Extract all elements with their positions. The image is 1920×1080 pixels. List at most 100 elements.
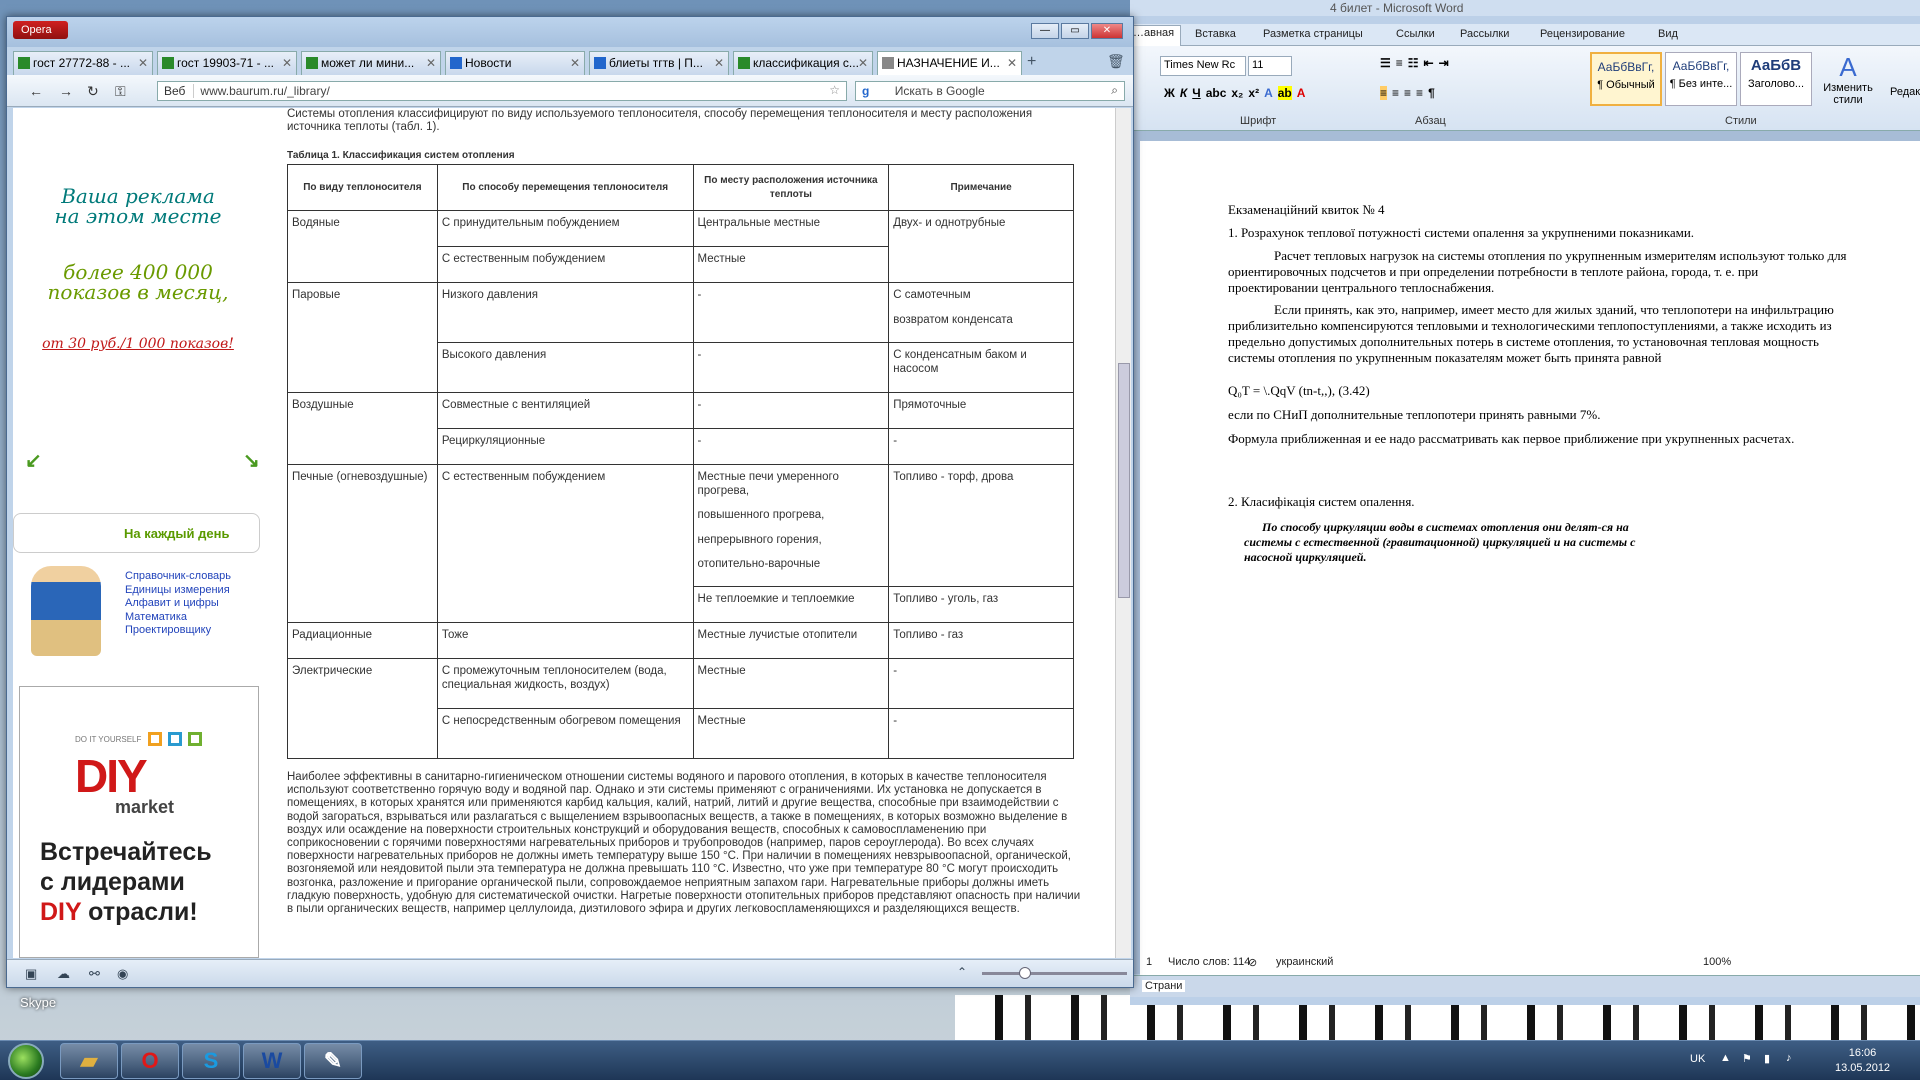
link-dictionary[interactable]: Справочник-словарь — [125, 570, 231, 584]
unite-cloud-icon[interactable]: ☁ — [57, 966, 70, 982]
trash-icon[interactable]: 🗑 — [1107, 53, 1125, 70]
underline-icon[interactable]: Ч — [1192, 86, 1200, 100]
google-search-icon[interactable]: g — [862, 84, 869, 98]
minimize-button[interactable]: — — [1031, 23, 1059, 39]
view-icon[interactable]: ⌃ — [957, 965, 967, 979]
change-styles-button[interactable]: A Изменить стили — [1820, 52, 1876, 106]
highlight-icon[interactable]: ab — [1277, 86, 1292, 100]
multilevel-list-icon[interactable]: ☷ — [1408, 56, 1419, 70]
align-left-icon[interactable]: ≡ — [1380, 86, 1388, 100]
turbo-icon[interactable]: ◉ — [117, 966, 128, 982]
tab-mailings[interactable]: Рассылки — [1460, 28, 1509, 40]
clock[interactable]: 16:06 13.05.2012 — [1835, 1046, 1890, 1076]
search-bar[interactable]: g Искать в Google ⌕ — [855, 81, 1125, 101]
style-no-spacing[interactable]: АаБбВвГг, ¶ Без инте... — [1665, 52, 1737, 106]
pilcrow-icon[interactable]: ¶ — [1428, 86, 1435, 100]
bookmark-star-icon[interactable]: ☆ — [829, 83, 840, 97]
ad-prev-arrow-icon[interactable]: ↙ — [25, 448, 42, 473]
vertical-scrollbar[interactable] — [1115, 108, 1131, 958]
tab-close-icon[interactable]: ✕ — [138, 56, 148, 70]
ad-line-4[interactable]: показов в месяц, — [23, 282, 253, 302]
font-size-select[interactable]: 11 — [1248, 56, 1292, 76]
tray-arrow-icon[interactable]: ▲ — [1720, 1052, 1731, 1064]
browser-tab[interactable]: гост 27772-88 - ... ✕ — [13, 51, 153, 75]
skype-taskbar-icon[interactable]: S — [182, 1043, 240, 1079]
word-count[interactable]: Число слов: 114 — [1168, 956, 1250, 968]
style-heading[interactable]: АаБбВ Заголово... — [1740, 52, 1812, 106]
tab-insert[interactable]: Вставка — [1195, 28, 1236, 40]
search-icon[interactable]: ⌕ — [1111, 83, 1118, 98]
address-bar[interactable]: Веб www.baurum.ru/_library/ ☆ — [157, 81, 847, 101]
new-tab-icon[interactable]: + — [1027, 53, 1036, 71]
tab-references[interactable]: Ссылки — [1396, 28, 1435, 40]
diy-market-ad[interactable]: DO IT YOURSELF DIY market Встречайтесь с… — [19, 686, 259, 958]
app-taskbar-icon[interactable]: ✎ — [304, 1043, 362, 1079]
back-icon[interactable]: ← — [29, 83, 43, 99]
skype-desktop-label[interactable]: Skype — [20, 995, 56, 1010]
browser-tab-active[interactable]: НАЗНАЧЕНИЕ И... ✕ — [877, 51, 1022, 75]
scrollbar-thumb[interactable] — [1118, 363, 1130, 598]
opera-menu-button[interactable]: Opera — [13, 21, 68, 39]
volume-icon[interactable]: ♪ — [1786, 1052, 1792, 1064]
page-number[interactable]: 1 — [1146, 956, 1152, 968]
tab-close-icon[interactable]: ✕ — [714, 56, 724, 70]
font-name-select[interactable]: Times New Rc — [1160, 56, 1246, 76]
language-indicator[interactable]: UK — [1690, 1053, 1705, 1065]
key-icon[interactable]: ⚿ — [115, 83, 126, 100]
tab-close-icon[interactable]: ✕ — [426, 56, 436, 70]
flag-icon[interactable]: ⚑ — [1742, 1052, 1752, 1065]
ad-line-5[interactable]: от 30 руб./1 000 показов! — [23, 334, 253, 354]
style-normal[interactable]: АаБбВвГг, ¶ Обычный — [1590, 52, 1662, 106]
link-designer[interactable]: Проектировщику — [125, 624, 231, 638]
browser-tab[interactable]: блиеты тгтв | П... ✕ — [589, 51, 729, 75]
bold-icon[interactable]: Ж — [1164, 86, 1175, 100]
zoom-slider[interactable] — [982, 972, 1127, 975]
close-button[interactable]: ✕ — [1091, 23, 1123, 39]
browser-tab[interactable]: может ли мини... ✕ — [301, 51, 441, 75]
strikethrough-icon[interactable]: abc — [1206, 86, 1227, 100]
explorer-taskbar-icon[interactable]: ▰ — [60, 1043, 118, 1079]
align-right-icon[interactable]: ≡ — [1404, 86, 1411, 100]
browser-tab[interactable]: гост 19903-71 - ... ✕ — [157, 51, 297, 75]
increase-indent-icon[interactable]: ⇥ — [1439, 56, 1449, 70]
link-math[interactable]: Математика — [125, 611, 231, 625]
tab-page-layout[interactable]: Разметка страницы — [1263, 28, 1363, 40]
word-taskbar-icon[interactable]: W — [243, 1043, 301, 1079]
link-units[interactable]: Единицы измерения — [125, 584, 231, 598]
ad-next-arrow-icon[interactable]: ↘ — [243, 448, 260, 473]
link-alphabet[interactable]: Алфавит и цифры — [125, 597, 231, 611]
tab-close-icon[interactable]: ✕ — [282, 56, 292, 70]
editing-group-label[interactable]: Редак — [1890, 86, 1920, 98]
decrease-indent-icon[interactable]: ⇤ — [1424, 56, 1434, 70]
document-language[interactable]: украинский — [1276, 956, 1333, 968]
align-center-icon[interactable]: ≡ — [1392, 86, 1399, 100]
ad-line-1[interactable]: Ваша реклама — [23, 186, 253, 206]
ad-line-2[interactable]: на этом месте — [23, 206, 253, 226]
tab-close-icon[interactable]: ✕ — [570, 56, 580, 70]
tab-close-icon[interactable]: ✕ — [1007, 56, 1017, 70]
tab-close-icon[interactable]: ✕ — [858, 56, 868, 70]
browser-tab[interactable]: Новости ✕ — [445, 51, 585, 75]
zoom-slider-handle[interactable] — [1019, 967, 1031, 979]
text-effect-icon[interactable]: A — [1264, 86, 1273, 100]
maximize-button[interactable]: ▭ — [1061, 23, 1089, 39]
tab-home[interactable]: …авная — [1130, 25, 1182, 46]
ad-line-3[interactable]: более 400 000 — [23, 262, 253, 282]
italic-icon[interactable]: К — [1180, 86, 1187, 100]
share-icon[interactable]: ⚯ — [89, 966, 100, 982]
reload-icon[interactable]: ↻ — [87, 83, 99, 100]
start-button[interactable] — [8, 1043, 44, 1079]
panel-toggle-icon[interactable]: ▣ — [25, 966, 37, 982]
forward-icon[interactable]: → — [59, 83, 73, 99]
justify-icon[interactable]: ≡ — [1416, 86, 1423, 100]
bullets-icon[interactable]: ☰ — [1380, 56, 1391, 70]
spellcheck-icon[interactable]: ⊘ — [1248, 956, 1257, 969]
subscript-icon[interactable]: x₂ — [1231, 86, 1243, 100]
numbering-icon[interactable]: ≡ — [1396, 56, 1403, 70]
tab-review[interactable]: Рецензирование — [1540, 28, 1625, 40]
font-color-icon[interactable]: A — [1297, 86, 1306, 100]
document-page[interactable]: Екзаменаційний квиток № 4 1. Розрахунок … — [1140, 141, 1920, 981]
network-icon[interactable]: ▮ — [1764, 1052, 1770, 1065]
zoom-level[interactable]: 100% — [1703, 956, 1731, 968]
tab-view[interactable]: Вид — [1658, 28, 1678, 40]
